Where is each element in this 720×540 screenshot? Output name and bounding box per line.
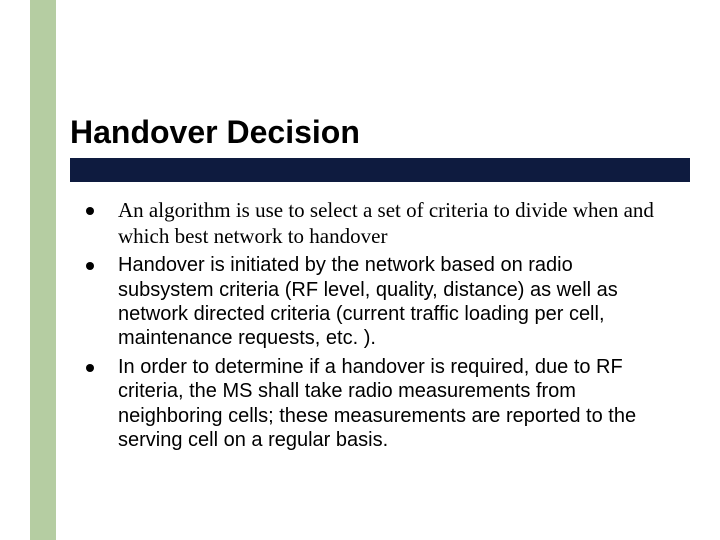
bullet-list: An algorithm is use to select a set of c… <box>82 198 662 452</box>
page-title: Handover Decision <box>70 115 680 150</box>
slide: Handover Decision An algorithm is use to… <box>0 0 720 540</box>
bullet-icon <box>86 262 94 270</box>
list-item: In order to determine if a handover is r… <box>82 355 662 453</box>
list-item: Handover is initiated by the network bas… <box>82 253 662 351</box>
title-underline-bar <box>70 158 690 182</box>
side-accent-bar <box>30 0 56 540</box>
bullet-text: Handover is initiated by the network bas… <box>118 254 618 349</box>
bullet-text: An algorithm is use to select a set of c… <box>118 198 654 248</box>
content-area: An algorithm is use to select a set of c… <box>82 198 662 456</box>
bullet-icon <box>86 364 94 372</box>
bullet-icon <box>86 207 94 215</box>
title-area: Handover Decision <box>70 115 680 150</box>
bullet-text: In order to determine if a handover is r… <box>118 356 636 451</box>
list-item: An algorithm is use to select a set of c… <box>82 198 662 249</box>
